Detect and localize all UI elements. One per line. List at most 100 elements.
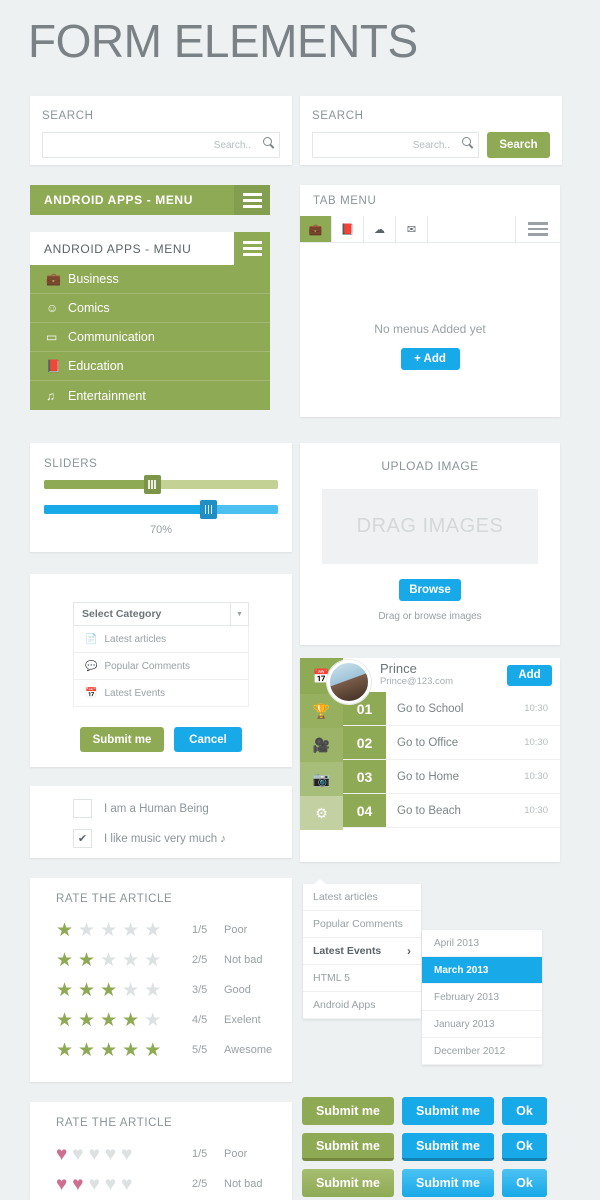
contact-sidebar-video-icon[interactable]: 🎥 xyxy=(300,728,343,762)
android-menu-collapsed[interactable]: ANDROID APPS - MENU xyxy=(30,185,270,215)
android-menu-item-education[interactable]: 📕 Education xyxy=(30,352,270,381)
add-button[interactable]: + Add xyxy=(400,348,460,370)
heart-icon[interactable]: ♥ xyxy=(56,1175,67,1194)
star-icon[interactable]: ★ xyxy=(56,981,73,1000)
grid-submit-blue-3[interactable]: Submit me xyxy=(402,1169,494,1197)
rating-row[interactable]: ♥ ♥ ♥ ♥ ♥ 1/5 Poor xyxy=(56,1139,292,1169)
tab-book[interactable]: 📕 xyxy=(332,216,364,242)
slider-blue-handle[interactable] xyxy=(199,500,217,519)
rating-row[interactable]: ★ ★ ★ ★ ★ 1/5 Poor xyxy=(56,915,292,945)
android-menu-item-communication[interactable]: ▭ Communication xyxy=(30,323,270,352)
heart-icon[interactable]: ♥ xyxy=(105,1145,116,1164)
checkbox-row[interactable]: ✔ I like music very much ♪ xyxy=(73,829,292,848)
browse-button[interactable]: Browse xyxy=(399,579,461,601)
hamburger-icon-open[interactable] xyxy=(234,232,270,265)
tab-cloud-upload[interactable]: ☁ xyxy=(364,216,396,242)
heart-icon[interactable]: ♥ xyxy=(72,1145,83,1164)
submenu-item-january-2013[interactable]: January 2013 xyxy=(422,1011,542,1038)
heart-icon[interactable]: ♥ xyxy=(89,1175,100,1194)
contact-row[interactable]: 03 Go to Home 10:30 xyxy=(343,760,560,794)
rating-row[interactable]: ★ ★ ★ ★ ★ 2/5 Not bad xyxy=(56,945,292,975)
star-icon[interactable]: ★ xyxy=(100,921,117,940)
star-icon[interactable]: ★ xyxy=(144,921,161,940)
checkbox-row[interactable]: I am a Human Being xyxy=(73,799,292,818)
submenu-item-december-2012[interactable]: December 2012 xyxy=(422,1038,542,1065)
star-icon[interactable]: ★ xyxy=(56,1011,73,1030)
checkbox-1[interactable] xyxy=(73,799,92,818)
cancel-button[interactable]: Cancel xyxy=(174,727,242,752)
search-input[interactable]: Search.. xyxy=(42,132,280,158)
dropdown-item-latest-events[interactable]: Latest Events › xyxy=(303,938,421,965)
slider-green-track[interactable] xyxy=(44,475,278,494)
android-menu-open-header[interactable]: ANDROID APPS - MENU xyxy=(30,232,270,265)
submenu-item-march-2013[interactable]: March 2013 xyxy=(422,957,542,984)
contact-row[interactable]: 01 Go to School 10:30 xyxy=(343,692,560,726)
star-icon[interactable]: ★ xyxy=(144,981,161,1000)
star-icon[interactable]: ★ xyxy=(78,981,95,1000)
slider-blue-track[interactable] xyxy=(44,500,278,519)
select-option-latest-articles[interactable]: 📄 Latest articles xyxy=(73,626,249,653)
chevron-down-icon[interactable]: ▼ xyxy=(230,603,248,625)
grid-ok-3[interactable]: Ok xyxy=(502,1169,547,1197)
star-icon[interactable]: ★ xyxy=(144,1011,161,1030)
search-input-2[interactable]: Search.. xyxy=(312,132,479,158)
star-icon[interactable]: ★ xyxy=(122,1041,139,1060)
star-icon[interactable]: ★ xyxy=(144,1041,161,1060)
grid-submit-green-3[interactable]: Submit me xyxy=(302,1169,394,1197)
star-icon[interactable]: ★ xyxy=(78,1041,95,1060)
hamburger-icon-tabs[interactable] xyxy=(516,216,560,242)
star-icon[interactable]: ★ xyxy=(100,1011,117,1030)
tab-envelope[interactable]: ✉ xyxy=(396,216,428,242)
star-icon[interactable]: ★ xyxy=(122,951,139,970)
dropdown-item-html-5[interactable]: HTML 5 xyxy=(303,965,421,992)
rating-row[interactable]: ♥ ♥ ♥ ♥ ♥ 2/5 Not bad xyxy=(56,1169,292,1199)
tab-briefcase[interactable]: 💼 xyxy=(300,216,332,242)
search-button[interactable]: Search xyxy=(487,132,550,158)
contact-add-button[interactable]: Add xyxy=(507,664,552,686)
grid-submit-blue-2[interactable]: Submit me xyxy=(402,1133,494,1161)
contact-sidebar-gear-icon[interactable]: ⚙ xyxy=(300,796,343,830)
star-icon[interactable]: ★ xyxy=(78,921,95,940)
star-icon[interactable]: ★ xyxy=(56,1041,73,1060)
rating-row[interactable]: ★ ★ ★ ★ ★ 4/5 Exelent xyxy=(56,1005,292,1035)
dropdown-item-latest-articles[interactable]: Latest articles xyxy=(303,884,421,911)
heart-icon[interactable]: ♥ xyxy=(105,1175,116,1194)
rating-row[interactable]: ★ ★ ★ ★ ★ 3/5 Good xyxy=(56,975,292,1005)
grid-submit-green-1[interactable]: Submit me xyxy=(302,1097,394,1125)
select-category-dropdown[interactable]: Select Category ▼ xyxy=(73,602,249,626)
heart-icon[interactable]: ♥ xyxy=(89,1145,100,1164)
grid-ok-2[interactable]: Ok xyxy=(502,1133,547,1161)
star-icon[interactable]: ★ xyxy=(56,951,73,970)
star-icon[interactable]: ★ xyxy=(122,981,139,1000)
star-icon[interactable]: ★ xyxy=(144,951,161,970)
heart-icon[interactable]: ♥ xyxy=(56,1145,67,1164)
contact-row[interactable]: 04 Go to Beach 10:30 xyxy=(343,794,560,828)
search-icon[interactable] xyxy=(263,137,272,146)
select-option-latest-events[interactable]: 📅 Latest Events xyxy=(73,680,249,707)
dropzone[interactable]: DRAG IMAGES xyxy=(322,489,538,564)
contact-row[interactable]: 02 Go to Office 10:30 xyxy=(343,726,560,760)
search-icon-2[interactable] xyxy=(462,137,471,146)
dropdown-item-android-apps[interactable]: Android Apps xyxy=(303,992,421,1019)
heart-icon[interactable]: ♥ xyxy=(121,1145,132,1164)
submenu-item-april-2013[interactable]: April 2013 xyxy=(422,930,542,957)
select-option-popular-comments[interactable]: 💬 Popular Comments xyxy=(73,653,249,680)
grid-submit-green-2[interactable]: Submit me xyxy=(302,1133,394,1161)
heart-icon[interactable]: ♥ xyxy=(72,1175,83,1194)
star-icon[interactable]: ★ xyxy=(100,951,117,970)
checkbox-2[interactable]: ✔ xyxy=(73,829,92,848)
hamburger-icon[interactable] xyxy=(234,185,270,215)
star-icon[interactable]: ★ xyxy=(78,951,95,970)
rating-row[interactable]: ★ ★ ★ ★ ★ 5/5 Awesome xyxy=(56,1035,292,1065)
grid-submit-blue-1[interactable]: Submit me xyxy=(402,1097,494,1125)
submit-me-button[interactable]: Submit me xyxy=(80,727,164,752)
grid-ok-1[interactable]: Ok xyxy=(502,1097,547,1125)
star-icon[interactable]: ★ xyxy=(122,921,139,940)
heart-icon[interactable]: ♥ xyxy=(121,1175,132,1194)
star-icon[interactable]: ★ xyxy=(78,1011,95,1030)
slider-green-handle[interactable] xyxy=(143,475,161,494)
star-icon[interactable]: ★ xyxy=(100,1041,117,1060)
star-icon[interactable]: ★ xyxy=(100,981,117,1000)
contact-sidebar-camera-icon[interactable]: 📷 xyxy=(300,762,343,796)
submenu-item-february-2013[interactable]: February 2013 xyxy=(422,984,542,1011)
